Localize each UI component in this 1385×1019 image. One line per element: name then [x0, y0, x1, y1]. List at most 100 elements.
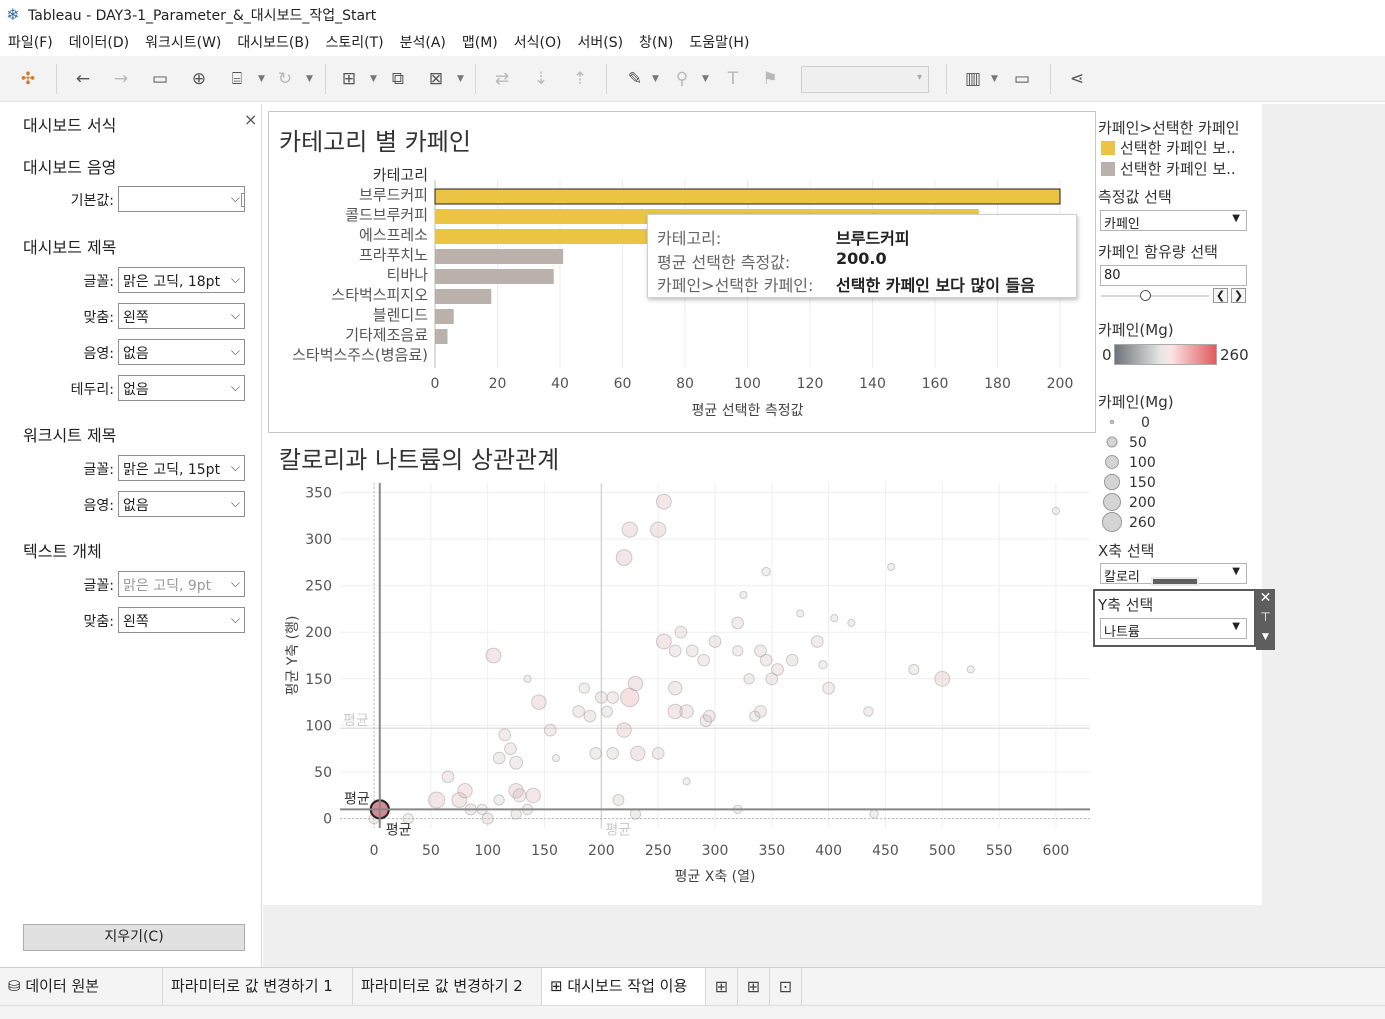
x-tick-label: 450 — [872, 843, 899, 859]
pin-icon[interactable]: ⚑ — [755, 64, 785, 94]
share-icon[interactable]: ⋖ — [1062, 64, 1092, 94]
undo-icon[interactable]: ← — [68, 64, 98, 94]
duplicate-icon[interactable]: ⧉ — [383, 64, 413, 94]
group-icon[interactable]: ⚲ — [667, 64, 697, 94]
caffeine-param-title: 카페인 함유량 선택 — [1098, 243, 1218, 261]
ws-shade-select[interactable]: 없음 ⌵ — [118, 491, 245, 517]
swap-icon[interactable]: ⇄ — [487, 64, 517, 94]
size-legend-label: 260 — [1129, 515, 1156, 531]
tableau-logo-icon: ❄ — [6, 5, 20, 24]
tab-dashboard[interactable]: ⊞ 대시보드 작업 이용 — [542, 968, 706, 1006]
measure-param-select[interactable]: 카페인 ▼ — [1100, 210, 1247, 232]
tab-param-2[interactable]: 파라미터로 값 변경하기 2 — [353, 968, 542, 1006]
tab-param-2-label: 파라미터로 값 변경하기 2 — [361, 977, 523, 995]
x-tick-label: 100 — [734, 376, 761, 392]
bar — [435, 249, 564, 264]
close-icon[interactable]: ✕ — [1256, 589, 1275, 607]
sort-ascending-icon[interactable]: ⇣ — [526, 64, 556, 94]
size-legend-label: 200 — [1129, 495, 1156, 511]
default-shading-select[interactable]: ⌵ — [118, 186, 245, 212]
caffeine-slider-track[interactable] — [1101, 295, 1209, 297]
ws-font-select[interactable]: 맑은 고딕, 15pt ⌵ — [118, 455, 245, 481]
presentation-icon[interactable]: ▭ — [1007, 64, 1037, 94]
new-worksheet-icon[interactable]: ⊞ — [334, 64, 364, 94]
menu-analysis[interactable]: 분석(A) — [392, 32, 454, 52]
caffeine-slider-handle[interactable] — [1140, 290, 1151, 301]
reference-label: 평균 — [605, 823, 631, 839]
shade-label: 음영: — [83, 346, 114, 362]
tab-param-1[interactable]: 파라미터로 값 변경하기 1 — [163, 968, 353, 1006]
scatter-point — [685, 644, 699, 658]
scatter-point — [525, 787, 541, 804]
menu-story[interactable]: 스토리(T) — [317, 32, 391, 52]
title-border-select[interactable]: 없음 ⌵ — [118, 375, 245, 401]
highlight-icon[interactable]: ✎ — [620, 64, 650, 94]
ws-shade-value: 없음 — [123, 498, 149, 514]
chevron-left-icon[interactable]: ❮ — [1213, 288, 1228, 303]
menu-help[interactable]: 도움말(H) — [681, 32, 757, 52]
menu-map[interactable]: 맵(M) — [454, 32, 506, 52]
clear-sheet-icon[interactable]: ⊠ — [421, 64, 451, 94]
clear-button[interactable]: 지우기(C) — [23, 924, 245, 951]
new-worksheet-icon[interactable]: ⊞ — [706, 968, 738, 1006]
menu-worksheet[interactable]: 워크시트(W) — [137, 32, 229, 52]
pause-updates-icon[interactable]: ⌸ — [222, 64, 252, 94]
chevron-right-icon[interactable]: ❯ — [1231, 288, 1246, 303]
x-tick-label: 180 — [984, 376, 1011, 392]
title-shade-select[interactable]: 없음 ⌵ — [118, 339, 245, 365]
scatter-point — [796, 609, 805, 618]
tab-datasource[interactable]: ⛁ 데이터 원본 — [0, 968, 163, 1006]
scatter-title: 칼로리과 나트륨의 상관관계 — [279, 446, 560, 474]
scatter-chart[interactable]: 0 50 100 150 200 250 300 350 0 50 100 150 200 250 300 3… — [270, 478, 1095, 893]
new-dashboard-icon[interactable]: ⊞ — [738, 968, 770, 1006]
close-icon[interactable]: × — [244, 110, 257, 129]
scatter-point — [601, 705, 614, 718]
scatter-point — [606, 747, 620, 760]
scatter-point — [668, 680, 683, 696]
menu-window[interactable]: 창(N) — [631, 32, 681, 52]
drag-handle[interactable] — [1151, 577, 1199, 586]
text-font-select[interactable]: 맑은 고딕, 9pt ⌵ — [118, 571, 245, 597]
y-axis-title: 평균 Y축 (행) — [285, 616, 301, 696]
category-label: 스타벅스피지오 — [331, 286, 428, 304]
y-axis-param-select[interactable]: 나트륨 ▼ — [1100, 618, 1247, 640]
size-legend-label: 0 — [1141, 415, 1150, 431]
title-align-select[interactable]: 왼쪽 ⌵ — [118, 303, 245, 329]
new-story-icon[interactable]: ⊡ — [770, 968, 802, 1006]
pin-icon[interactable]: ⊤ — [1256, 607, 1275, 627]
scatter-point — [674, 625, 688, 639]
menu-dashboard[interactable]: 대시보드(B) — [229, 32, 317, 52]
redo-icon[interactable]: → — [106, 64, 136, 94]
scatter-point — [887, 562, 896, 571]
legend-item-high[interactable]: 선택한 카페인 보.. — [1120, 137, 1236, 158]
tableau-home-icon[interactable]: ✣ — [13, 64, 43, 94]
menu-data[interactable]: 데이터(D) — [61, 32, 137, 52]
scatter-point — [612, 794, 625, 807]
title-align-value: 왼쪽 — [123, 310, 149, 326]
sort-descending-icon[interactable]: ⇡ — [565, 64, 595, 94]
fit-dropdown[interactable] — [801, 66, 929, 93]
caffeine-param-input[interactable]: 80 — [1100, 265, 1247, 286]
menu-file[interactable]: 파일(F) — [0, 32, 61, 52]
labels-icon[interactable]: T — [718, 64, 748, 94]
y-tick-label: 0 — [323, 812, 332, 828]
scatter-point — [818, 660, 828, 670]
show-me-icon[interactable]: ▥ — [958, 64, 988, 94]
new-datasource-icon[interactable]: ⊕ — [184, 64, 214, 94]
x-tick-label: 250 — [645, 843, 672, 859]
scatter-point — [485, 647, 502, 664]
text-align-select[interactable]: 왼쪽 ⌵ — [118, 607, 245, 633]
gradient-min: 0 — [1102, 346, 1112, 364]
menu-format[interactable]: 서식(O) — [506, 32, 570, 52]
legend-item-low[interactable]: 선택한 카페인 보.. — [1120, 158, 1236, 179]
title-font-select[interactable]: 맑은 고딕, 18pt ⌵ — [118, 267, 245, 293]
save-icon[interactable]: ▭ — [145, 64, 175, 94]
y-tick-label: 150 — [305, 672, 332, 688]
tab-dashboard-label: 대시보드 작업 이용 — [567, 977, 688, 995]
font-label: 글꼴: — [83, 274, 114, 290]
y-tick-label: 200 — [305, 625, 332, 641]
menu-server[interactable]: 서버(S) — [569, 32, 631, 52]
refresh-icon[interactable]: ↻ — [270, 64, 300, 94]
chevron-down-icon[interactable]: ▼ — [1256, 627, 1275, 647]
x-axis-param-title: X축 선택 — [1098, 542, 1155, 560]
